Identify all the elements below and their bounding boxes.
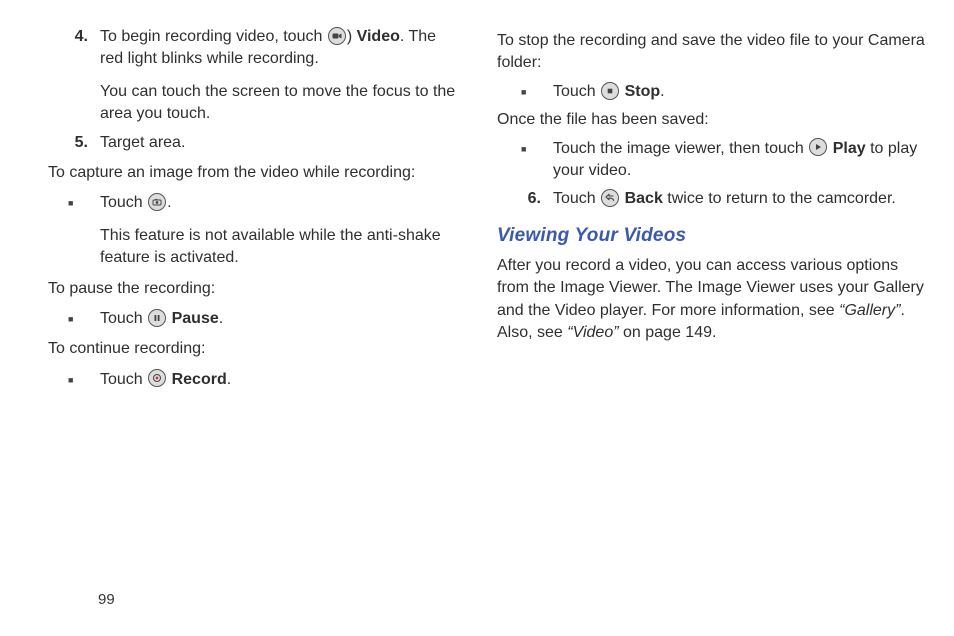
step-4: 4. To begin recording video, touch ) Vid… [68, 26, 457, 126]
text: . [167, 194, 171, 211]
step-5: 5. Target area. [68, 132, 457, 154]
paragraph: To capture an image from the video while… [48, 162, 457, 184]
text-bold: Play [833, 140, 866, 157]
text: Touch [100, 194, 147, 211]
bullet-icon: ■ [68, 192, 100, 269]
text: Touch [553, 83, 600, 100]
list-item: ■ Touch Stop. [521, 81, 926, 103]
camera-icon [148, 193, 166, 211]
text: Touch [100, 310, 147, 327]
text-bold: Stop [625, 83, 661, 100]
text-italic: “Gallery” [839, 302, 900, 319]
pause-icon [148, 309, 166, 327]
section-heading: Viewing Your Videos [497, 225, 926, 247]
list-item-body: Touch Record. [100, 369, 457, 391]
bullet-icon: ■ [68, 308, 100, 330]
list-item: ■ Touch Record. [68, 369, 457, 391]
left-column: 4. To begin recording video, touch ) Vid… [28, 26, 457, 397]
paragraph: Once the file has been saved: [497, 109, 926, 131]
list-item-body: Touch Pause. [100, 308, 457, 330]
bullet-icon: ■ [521, 81, 553, 103]
video-camera-icon [328, 27, 346, 45]
list-item: ■ Touch the image viewer, then touch Pla… [521, 138, 926, 183]
text: Touch the image viewer, then touch [553, 140, 808, 157]
text: . [219, 310, 223, 327]
play-icon [809, 138, 827, 156]
step-number: 5. [68, 132, 100, 154]
text-italic: “Video” [567, 324, 618, 341]
text-bold: Video [357, 28, 400, 45]
paragraph: To continue recording: [48, 338, 457, 360]
list-item: ■ Touch . This feature is not available … [68, 192, 457, 269]
paragraph: To stop the recording and save the video… [497, 30, 926, 75]
text: Touch [553, 190, 600, 207]
bullet-icon: ■ [521, 138, 553, 183]
text: . [660, 83, 664, 100]
step-body: To begin recording video, touch ) Video.… [100, 26, 457, 126]
step-body: Target area. [100, 132, 457, 154]
list-item-body: Touch . This feature is not available wh… [100, 192, 457, 269]
step-number: 4. [68, 26, 100, 126]
right-column: To stop the recording and save the video… [497, 26, 926, 397]
paragraph: To pause the recording: [48, 278, 457, 300]
text-bold: Record [172, 371, 227, 388]
back-arrow-icon [601, 189, 619, 207]
text: twice to return to the camcorder. [663, 190, 896, 207]
text-bold: Back [625, 190, 663, 207]
text-bold: Pause [172, 310, 219, 327]
bullet-icon: ■ [68, 369, 100, 391]
text: ) [347, 28, 357, 45]
list-item-body: Touch the image viewer, then touch Play … [553, 138, 926, 183]
page-body: 4. To begin recording video, touch ) Vid… [0, 0, 954, 397]
text: on page 149. [619, 324, 717, 341]
step-number: 6. [521, 188, 553, 210]
record-icon [148, 369, 166, 387]
step-6: 6. Touch Back twice to return to the cam… [521, 188, 926, 210]
text: . [227, 371, 231, 388]
list-item-body: Touch Stop. [553, 81, 926, 103]
page-number: 99 [98, 591, 115, 608]
paragraph: After you record a video, you can access… [497, 255, 926, 345]
text: Touch [100, 371, 147, 388]
text: This feature is not available while the … [100, 225, 457, 270]
text: You can touch the screen to move the foc… [100, 81, 457, 126]
list-item: ■ Touch Pause. [68, 308, 457, 330]
stop-icon [601, 82, 619, 100]
step-body: Touch Back twice to return to the camcor… [553, 188, 926, 210]
text: To begin recording video, touch [100, 28, 327, 45]
